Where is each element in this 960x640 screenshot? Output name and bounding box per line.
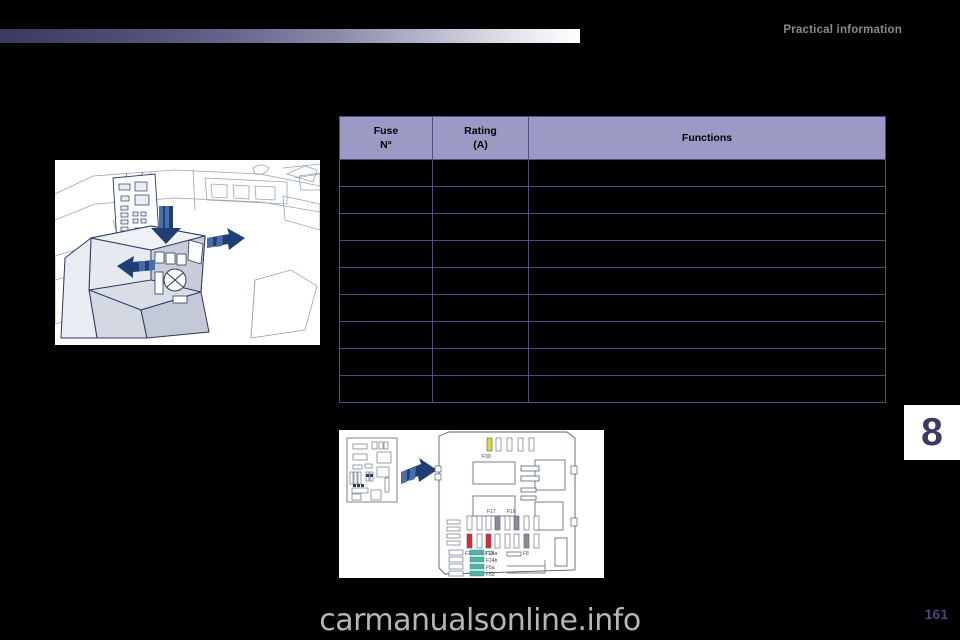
- column-header-fuse-line2: N°: [380, 139, 392, 151]
- table-row: [339, 321, 886, 349]
- svg-text:F5a: F5a: [486, 565, 495, 571]
- cell-functions: [528, 321, 886, 349]
- column-header-rating-line2: (A): [473, 139, 488, 151]
- cell-functions: [528, 294, 886, 322]
- cell-functions: [528, 348, 886, 376]
- console-fuse-box-illustration: [55, 160, 320, 345]
- header-gradient-band: [0, 29, 580, 43]
- cell-fuse-number: [339, 348, 433, 376]
- table-row: [339, 267, 886, 295]
- cell-functions: [528, 375, 886, 403]
- svg-text:F5b: F5b: [486, 572, 495, 578]
- column-header-rating: Rating (A): [432, 116, 529, 160]
- cell-functions: [528, 186, 886, 214]
- column-header-rating-line1: Rating: [464, 124, 497, 137]
- table-header-row: Fuse N° Rating (A) Functions: [339, 116, 886, 160]
- cell-fuse-number: [339, 375, 433, 403]
- column-header-fuse-line1: Fuse: [373, 124, 399, 137]
- fuse-table-header: Fuse N° Rating (A) Functions: [339, 116, 886, 160]
- cell-functions: [528, 213, 886, 241]
- cell-rating: [432, 321, 529, 349]
- table-row: [339, 186, 886, 214]
- svg-text:F24b: F24b: [486, 558, 498, 564]
- column-header-functions-line1: Functions: [681, 131, 733, 144]
- cell-fuse-number: [339, 159, 433, 187]
- watermark-text: carmanualsonline.info: [319, 603, 641, 638]
- cell-rating: [432, 294, 529, 322]
- cell-functions: [528, 267, 886, 295]
- table-row: [339, 375, 886, 403]
- svg-text:F17: F17: [487, 509, 496, 515]
- fuse-table: Fuse N° Rating (A) Functions: [339, 116, 886, 403]
- svg-text:F8: F8: [523, 551, 529, 557]
- page-title: Practical information: [783, 24, 902, 36]
- cell-rating: [432, 375, 529, 403]
- table-row: [339, 213, 886, 241]
- cell-fuse-number: [339, 240, 433, 268]
- svg-text:F24a: F24a: [486, 551, 498, 557]
- cell-rating: [432, 186, 529, 214]
- table-row: [339, 294, 886, 322]
- figure-console-fuse-box: [55, 160, 320, 345]
- cell-rating: [432, 159, 529, 187]
- svg-text:F30: F30: [482, 454, 491, 460]
- cell-rating: [432, 348, 529, 376]
- dashboard-fuse-box-illustration: F30 F17 F16 F14 F13 F8 F24a F24b F5a F5b: [339, 430, 604, 578]
- cell-fuse-number: [339, 213, 433, 241]
- svg-text:F16: F16: [507, 509, 516, 515]
- cell-fuse-number: [339, 321, 433, 349]
- figure-dashboard-fuse-box: F30 F17 F16 F14 F13 F8 F24a F24b F5a F5b: [339, 430, 604, 578]
- cell-fuse-number: [339, 294, 433, 322]
- cell-functions: [528, 159, 886, 187]
- cell-fuse-number: [339, 186, 433, 214]
- column-header-fuse-number: Fuse N°: [339, 116, 433, 160]
- chapter-tab: 8: [904, 405, 960, 460]
- table-row: [339, 348, 886, 376]
- cell-rating: [432, 213, 529, 241]
- fuse-table-body: [339, 159, 886, 403]
- table-row: [339, 240, 886, 268]
- column-header-functions: Functions: [528, 116, 886, 160]
- cell-functions: [528, 240, 886, 268]
- cell-rating: [432, 240, 529, 268]
- page-number: 161: [924, 606, 948, 622]
- chapter-number: 8: [921, 411, 943, 454]
- cell-rating: [432, 267, 529, 295]
- cell-fuse-number: [339, 267, 433, 295]
- table-row: [339, 159, 886, 187]
